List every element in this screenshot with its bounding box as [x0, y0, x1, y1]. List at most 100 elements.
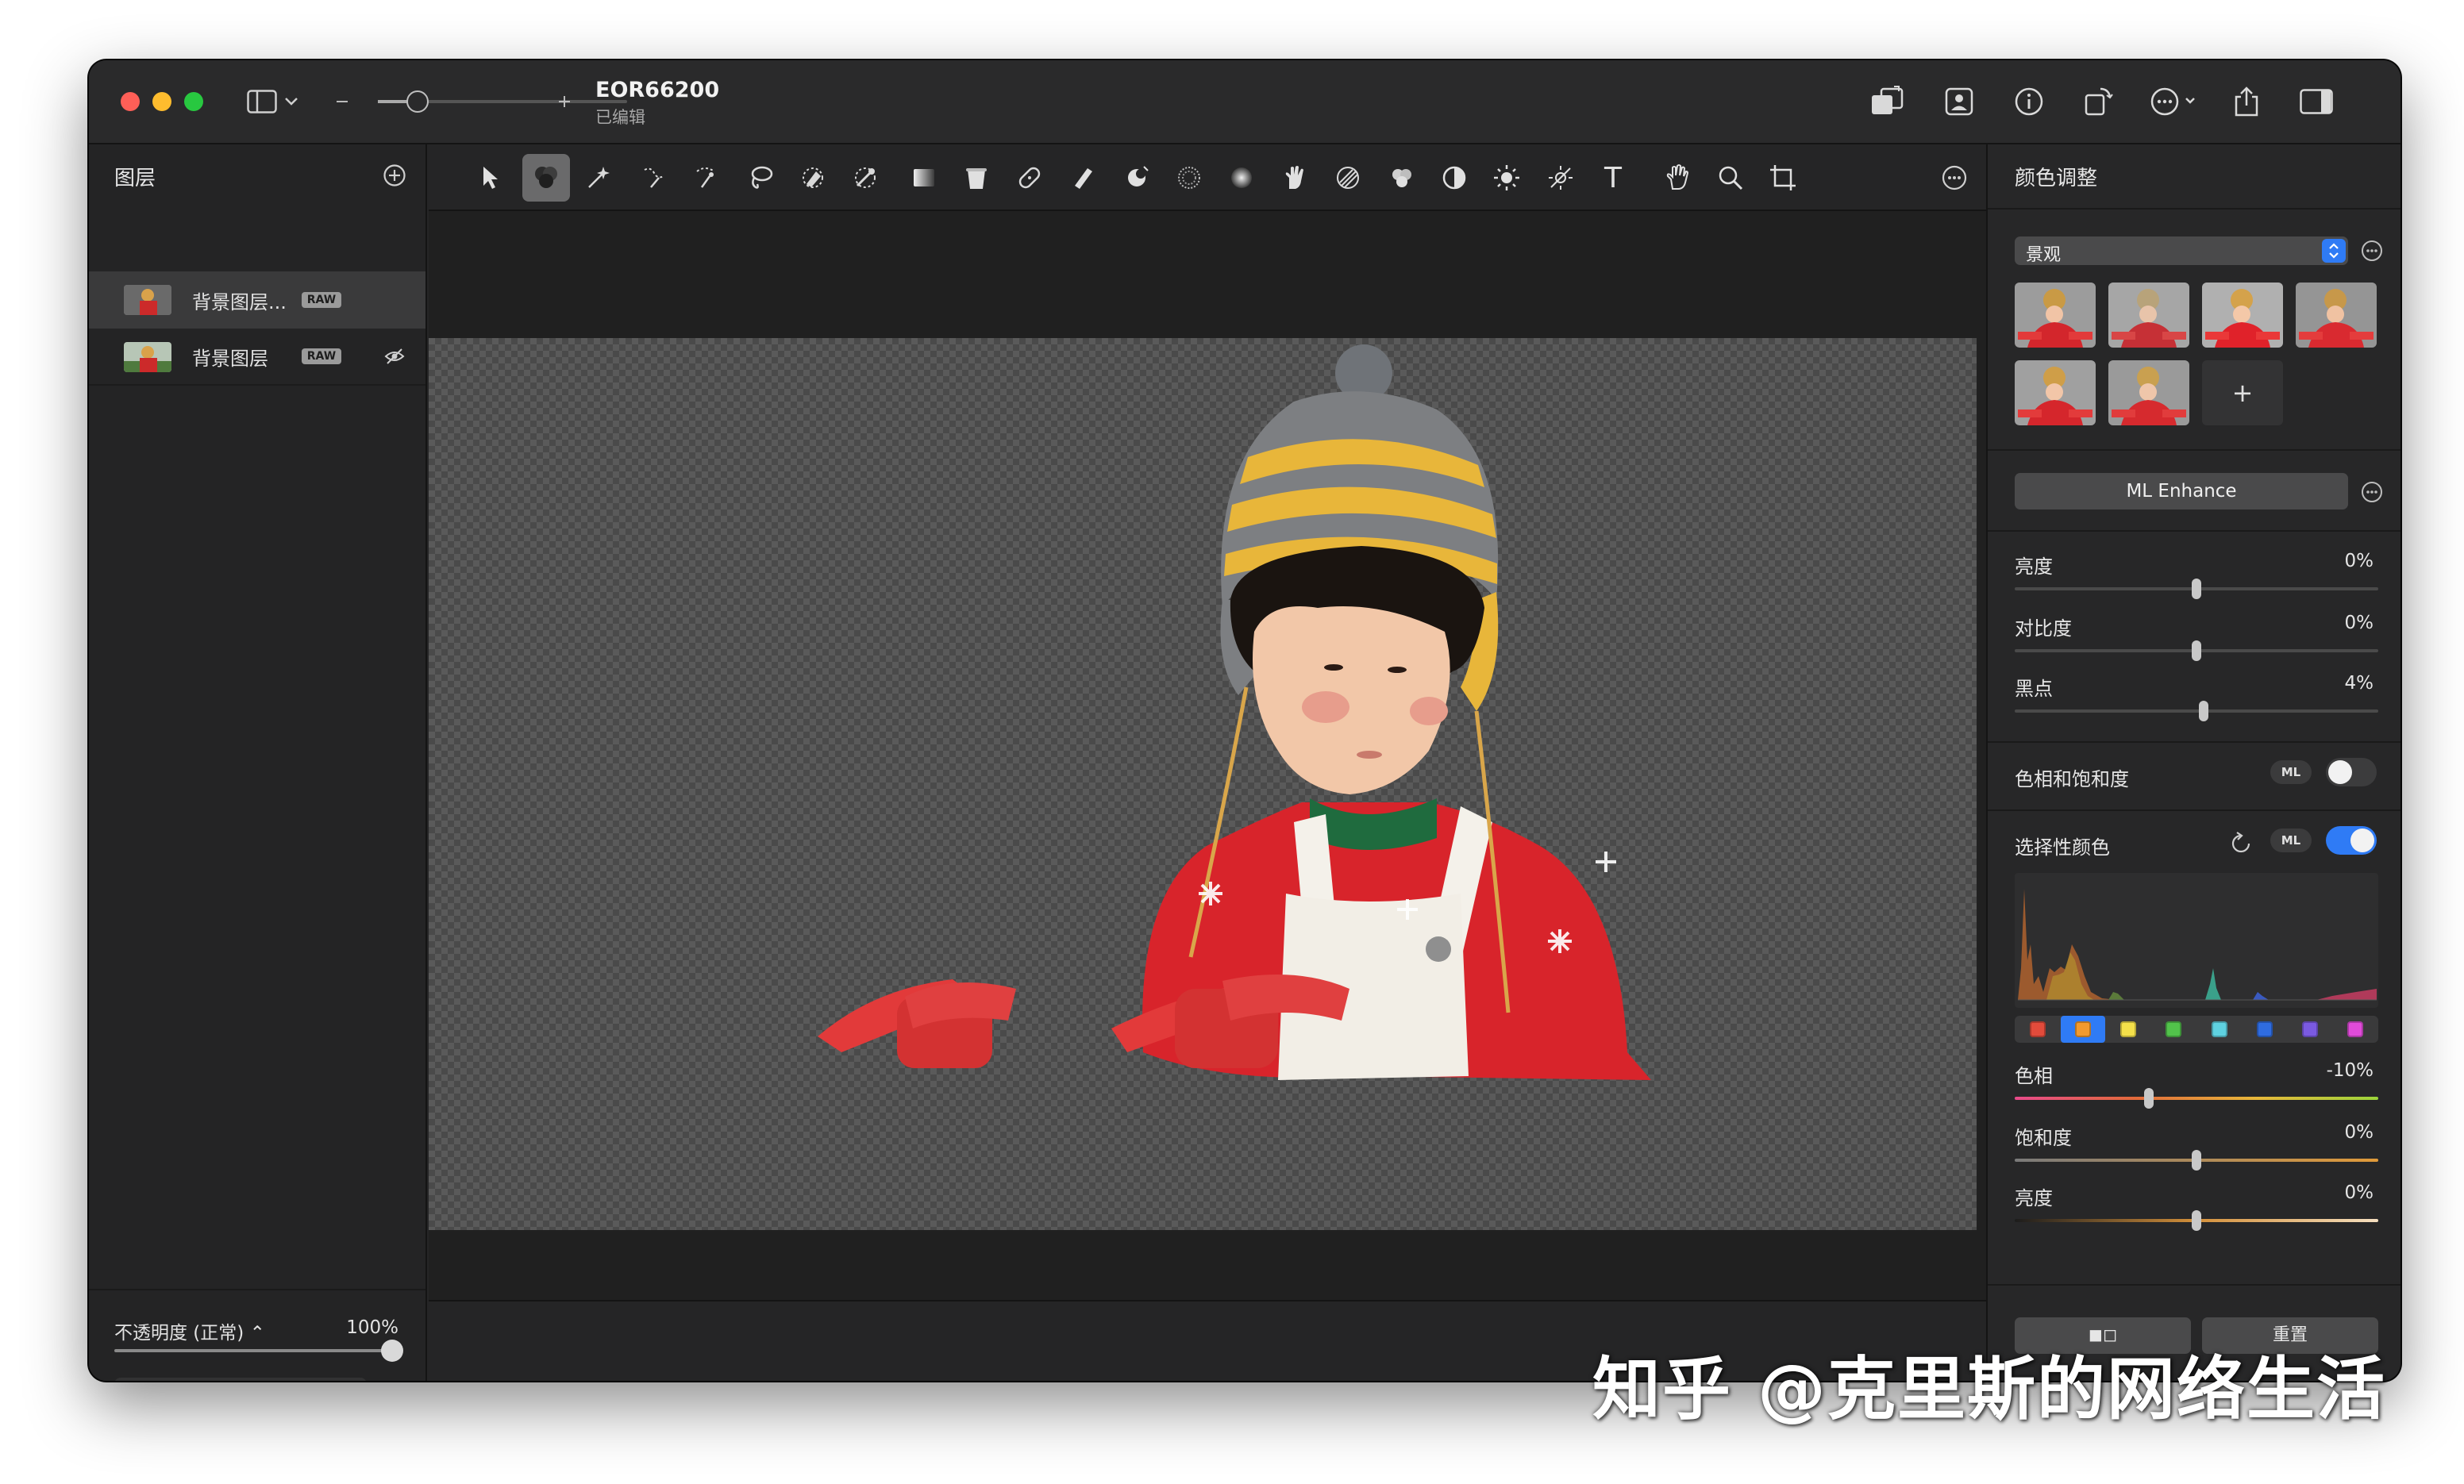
- crop-icon[interactable]: [1759, 154, 1807, 202]
- ml-badge[interactable]: ML: [2270, 829, 2312, 852]
- text-icon[interactable]: T: [1589, 154, 1637, 202]
- color-swatch[interactable]: [2029, 1021, 2046, 1037]
- chevron-down-icon[interactable]: [279, 83, 303, 121]
- paint-bucket-icon[interactable]: [953, 154, 1000, 202]
- ml-enhance-options-icon[interactable]: [2361, 481, 2383, 506]
- brightness-label: 亮度: [2015, 556, 2053, 578]
- lightness-slider[interactable]: [2015, 1210, 2378, 1231]
- saturation-slider[interactable]: [2015, 1150, 2378, 1171]
- black-point-slider-knob[interactable]: [2199, 701, 2209, 721]
- color-swatch[interactable]: [2256, 1021, 2273, 1037]
- selective-color-toggle[interactable]: [2326, 826, 2377, 855]
- saturation-label: 饱和度: [2015, 1127, 2072, 1149]
- portrait-icon[interactable]: [1940, 83, 1978, 121]
- clone-icon[interactable]: [1059, 154, 1107, 202]
- blur-icon[interactable]: [1165, 154, 1213, 202]
- inspector-toggle-icon[interactable]: [2297, 83, 2335, 121]
- contrast-icon[interactable]: [1430, 154, 1478, 202]
- smart-brush-icon[interactable]: [683, 154, 730, 202]
- preset-thumbnail[interactable]: [2015, 360, 2096, 425]
- ml-badge[interactable]: ML: [2270, 760, 2312, 784]
- black-point-slider[interactable]: [2015, 701, 2378, 721]
- layer-search-field[interactable]: 搜索: [114, 1378, 367, 1381]
- noise-icon[interactable]: [1324, 154, 1372, 202]
- hidden-eye-icon[interactable]: [384, 346, 405, 370]
- hue-slider[interactable]: [2015, 1088, 2378, 1109]
- document-status: 已编辑: [595, 108, 645, 127]
- hue-slider-knob[interactable]: [2144, 1088, 2154, 1109]
- dodge-icon[interactable]: [1113, 154, 1161, 202]
- divider: [89, 1289, 425, 1290]
- zoom-window-button[interactable]: [184, 92, 203, 111]
- sponge-icon[interactable]: [1378, 154, 1426, 202]
- quick-select-icon[interactable]: [630, 154, 678, 202]
- preset-options-icon[interactable]: [2361, 240, 2383, 265]
- image-canvas[interactable]: [429, 338, 1977, 1230]
- eyedropper-icon[interactable]: [841, 154, 889, 202]
- brightness-slider-knob[interactable]: [2192, 579, 2201, 599]
- rotate-icon[interactable]: [2080, 83, 2118, 121]
- close-window-button[interactable]: [121, 92, 140, 111]
- preset-thumbnail[interactable]: [2202, 283, 2283, 348]
- tool-options-icon[interactable]: [1931, 154, 1978, 202]
- color-swatch[interactable]: [2347, 1021, 2364, 1037]
- light-icon[interactable]: [1483, 154, 1530, 202]
- black-point-label: 黑点: [2015, 678, 2053, 700]
- ml-enhance-button[interactable]: ML Enhance: [2015, 473, 2348, 509]
- magic-wand-icon[interactable]: [575, 154, 622, 202]
- smart-erase-icon[interactable]: [789, 154, 837, 202]
- minimize-window-button[interactable]: [152, 92, 171, 111]
- color-swatch[interactable]: [2302, 1021, 2319, 1037]
- color-swatch[interactable]: [2120, 1021, 2137, 1037]
- lightness-slider-knob[interactable]: [2192, 1210, 2201, 1231]
- color-select-icon[interactable]: [522, 154, 570, 202]
- ml-super-icon[interactable]: [1537, 154, 1584, 202]
- info-icon[interactable]: [2010, 83, 2048, 121]
- layer-row[interactable]: 背景图层 RAW: [89, 329, 425, 386]
- hue-value: -10%: [2326, 1060, 2374, 1081]
- layer-row[interactable]: 背景图层... RAW: [89, 271, 425, 329]
- zoom-tool-icon[interactable]: [1707, 154, 1754, 202]
- preset-thumbnail[interactable]: [2015, 283, 2096, 348]
- preset-thumbnail[interactable]: [2108, 283, 2189, 348]
- preset-select[interactable]: 景观: [2015, 236, 2348, 265]
- histogram: [2015, 873, 2378, 1008]
- zoom-slider-knob[interactable]: [406, 90, 429, 113]
- reset-adjustment-icon[interactable]: [2227, 830, 2254, 860]
- repair-icon[interactable]: [1007, 154, 1054, 202]
- share-icon[interactable]: [2227, 83, 2266, 121]
- divider: [1988, 809, 2400, 811]
- watermark: 知乎 @克里斯的网络生活: [1592, 1350, 2386, 1429]
- raw-badge: RAW: [302, 348, 341, 364]
- lasso-icon[interactable]: [737, 154, 784, 202]
- saturation-slider-knob[interactable]: [2192, 1150, 2201, 1171]
- sidebar-toggle-icon[interactable]: [243, 83, 281, 121]
- add-layer-icon[interactable]: [383, 163, 406, 190]
- layers-panel: 图层 背景图层... RAW 背景图层 RAW 不透明度 (正常) ⌃ 100%: [89, 144, 427, 1381]
- zoom-slider[interactable]: [378, 90, 627, 113]
- arrange-layers-icon[interactable]: [1869, 83, 1907, 121]
- more-options-icon[interactable]: [2148, 83, 2204, 121]
- color-swatch[interactable]: [2211, 1021, 2227, 1037]
- hue-saturation-toggle[interactable]: [2326, 758, 2377, 786]
- zoom-in-icon[interactable]: [552, 83, 576, 121]
- canvas-area[interactable]: [429, 211, 1986, 1300]
- layer-thumbnail: [124, 342, 171, 372]
- opacity-slider[interactable]: [114, 1340, 403, 1362]
- pointer-icon[interactable]: [467, 154, 514, 202]
- color-swatch[interactable]: [2166, 1021, 2182, 1037]
- preset-thumbnail[interactable]: [2296, 283, 2377, 348]
- sharpen-icon[interactable]: [1218, 154, 1265, 202]
- zoom-out-icon[interactable]: [330, 83, 354, 121]
- smudge-icon[interactable]: [1272, 154, 1319, 202]
- add-preset-button[interactable]: +: [2202, 360, 2283, 425]
- contrast-slider-knob[interactable]: [2192, 640, 2201, 661]
- color-swatch[interactable]: [2074, 1021, 2091, 1037]
- brightness-slider[interactable]: [2015, 579, 2378, 599]
- hand-icon[interactable]: [1654, 154, 1702, 202]
- opacity-label[interactable]: 不透明度 (正常) ⌃: [114, 1317, 265, 1344]
- gradient-icon[interactable]: [900, 154, 948, 202]
- opacity-slider-knob[interactable]: [381, 1340, 403, 1362]
- preset-thumbnail[interactable]: [2108, 360, 2189, 425]
- contrast-slider[interactable]: [2015, 640, 2378, 661]
